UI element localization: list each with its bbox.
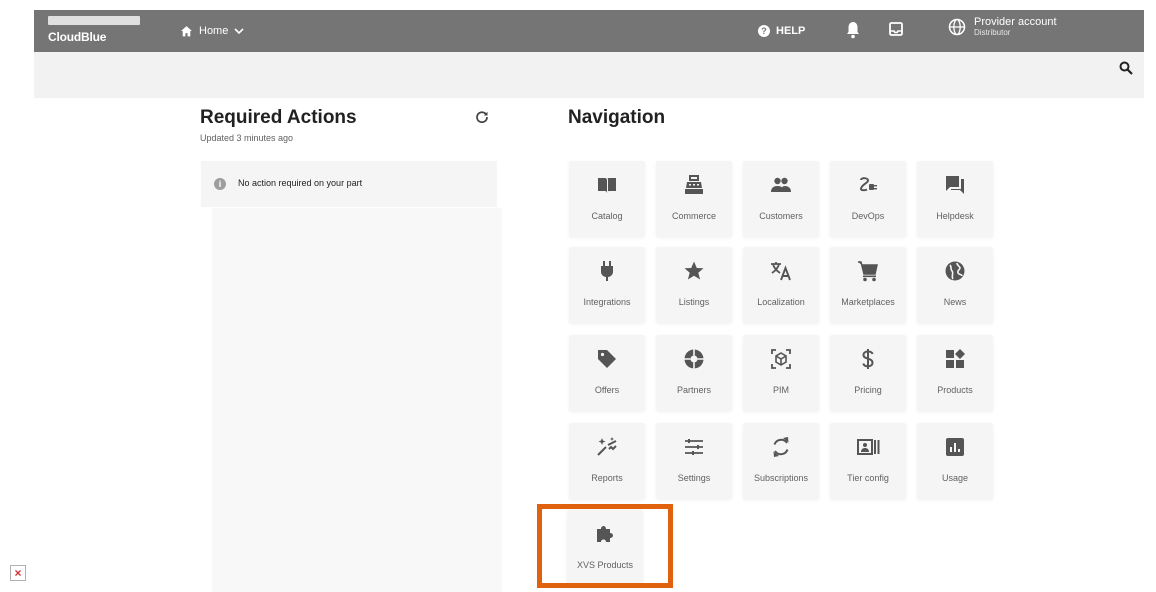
nav-tile-label: Subscriptions bbox=[753, 473, 809, 483]
nav-tile-reports[interactable]: Reports bbox=[569, 423, 645, 499]
book-icon bbox=[598, 178, 616, 193]
top-app-bar: CloudBlue Home ? HELP Provider account D… bbox=[34, 10, 1144, 52]
home-label: Home bbox=[199, 25, 229, 37]
nav-tile-label: Settings bbox=[677, 473, 711, 483]
nav-tile-partners[interactable]: Partners bbox=[656, 335, 732, 411]
account-name: Provider account bbox=[974, 16, 1057, 28]
products-icon bbox=[946, 349, 965, 368]
translate-icon bbox=[771, 262, 791, 281]
plug-icon bbox=[601, 261, 613, 281]
usage-chart-icon bbox=[946, 438, 964, 456]
cart-icon bbox=[858, 261, 878, 282]
nav-tile-label: Pricing bbox=[854, 385, 882, 395]
nav-tile-label: Integrations bbox=[583, 297, 631, 307]
nav-tile-listings[interactable]: Listings bbox=[656, 247, 732, 323]
dollar-icon bbox=[862, 349, 874, 369]
nav-tile-subscriptions[interactable]: Subscriptions bbox=[743, 423, 819, 499]
no-action-alert: i No action required on your part bbox=[201, 161, 497, 207]
nav-tile-label: Localization bbox=[757, 297, 805, 307]
people-icon bbox=[771, 177, 791, 192]
nav-tile-settings[interactable]: Settings bbox=[656, 423, 732, 499]
nav-tile-customers[interactable]: Customers bbox=[743, 161, 819, 237]
sub-header-bar bbox=[34, 52, 1144, 98]
sparkle-icon bbox=[597, 437, 617, 456]
search-icon[interactable] bbox=[1119, 61, 1133, 75]
nav-tile-products[interactable]: Products bbox=[917, 335, 993, 411]
nav-tile-news[interactable]: News bbox=[917, 247, 993, 323]
nav-tile-label: DevOps bbox=[851, 211, 885, 221]
pim-icon bbox=[771, 349, 791, 369]
account-switcher[interactable]: Provider account Distributor bbox=[948, 16, 1057, 38]
nav-tile-label: Tier config bbox=[847, 473, 889, 483]
inbox-icon[interactable] bbox=[888, 21, 904, 37]
cash-register-icon bbox=[685, 175, 703, 194]
nav-tile-pim[interactable]: PIM bbox=[743, 335, 819, 411]
info-icon: i bbox=[214, 178, 226, 190]
nav-tile-label: Listings bbox=[678, 297, 710, 307]
home-menu-button[interactable]: Home bbox=[180, 10, 244, 52]
navigation-title: Navigation bbox=[568, 107, 666, 128]
logo-bar bbox=[48, 16, 140, 25]
partners-icon bbox=[684, 349, 704, 369]
nav-tile-label: Usage bbox=[941, 473, 968, 483]
globe-icon bbox=[948, 18, 966, 36]
nav-tile-catalog[interactable]: Catalog bbox=[569, 161, 645, 237]
nav-tile-helpdesk[interactable]: Helpdesk bbox=[917, 161, 993, 237]
nav-tile-usage[interactable]: Usage bbox=[917, 423, 993, 499]
refresh-icon[interactable] bbox=[475, 110, 489, 124]
sliders-icon bbox=[685, 439, 703, 455]
chevron-down-icon bbox=[234, 28, 244, 35]
nav-tile-commerce[interactable]: Commerce bbox=[656, 161, 732, 237]
broken-image-icon: × bbox=[10, 565, 26, 581]
nav-tile-label: News bbox=[943, 297, 967, 307]
nav-tile-marketplaces[interactable]: Marketplaces bbox=[830, 247, 906, 323]
home-icon bbox=[181, 26, 192, 37]
bell-icon[interactable] bbox=[846, 21, 860, 39]
help-icon: ? bbox=[758, 25, 770, 37]
nav-tile-label: Marketplaces bbox=[841, 297, 895, 307]
nav-tile-label: Catalog bbox=[591, 211, 623, 221]
tag-icon bbox=[598, 350, 616, 368]
nav-tile-localization[interactable]: Localization bbox=[743, 247, 819, 323]
nav-tile-integrations[interactable]: Integrations bbox=[569, 247, 645, 323]
nav-tile-label: Helpdesk bbox=[936, 211, 974, 221]
panel-body bbox=[212, 208, 502, 592]
nav-tile-label: Reports bbox=[591, 473, 623, 483]
nav-tile-label: Partners bbox=[676, 385, 711, 395]
svg-text:?: ? bbox=[761, 26, 767, 36]
help-label: HELP bbox=[776, 25, 806, 37]
nav-tile-pricing[interactable]: Pricing bbox=[830, 335, 906, 411]
required-actions-updated: Updated 3 minutes ago bbox=[200, 133, 294, 143]
nav-tile-devops[interactable]: DevOps bbox=[830, 161, 906, 237]
nav-tile-label: Products bbox=[937, 385, 973, 395]
logo-text: CloudBlue bbox=[48, 30, 107, 44]
nav-tile-tier-config[interactable]: Tier config bbox=[830, 423, 906, 499]
chat-icon bbox=[946, 176, 964, 194]
highlight-box bbox=[537, 504, 673, 588]
cloudblue-logo[interactable]: CloudBlue bbox=[48, 16, 140, 46]
nav-tile-label: Customers bbox=[759, 211, 803, 221]
star-icon bbox=[684, 261, 704, 280]
nav-tile-label: Offers bbox=[594, 385, 620, 395]
help-button[interactable]: ? HELP bbox=[758, 10, 805, 52]
devops-icon bbox=[859, 177, 877, 192]
required-actions-title: Required Actions bbox=[200, 107, 357, 128]
tier-config-icon bbox=[857, 439, 880, 455]
account-role: Distributor bbox=[974, 28, 1011, 37]
sync-icon bbox=[773, 437, 789, 457]
nav-tile-label: PIM bbox=[772, 385, 789, 395]
alert-text: No action required on your part bbox=[238, 178, 363, 188]
nav-tile-offers[interactable]: Offers bbox=[569, 335, 645, 411]
globe-icon bbox=[945, 261, 965, 281]
nav-tile-label: Commerce bbox=[671, 211, 716, 221]
